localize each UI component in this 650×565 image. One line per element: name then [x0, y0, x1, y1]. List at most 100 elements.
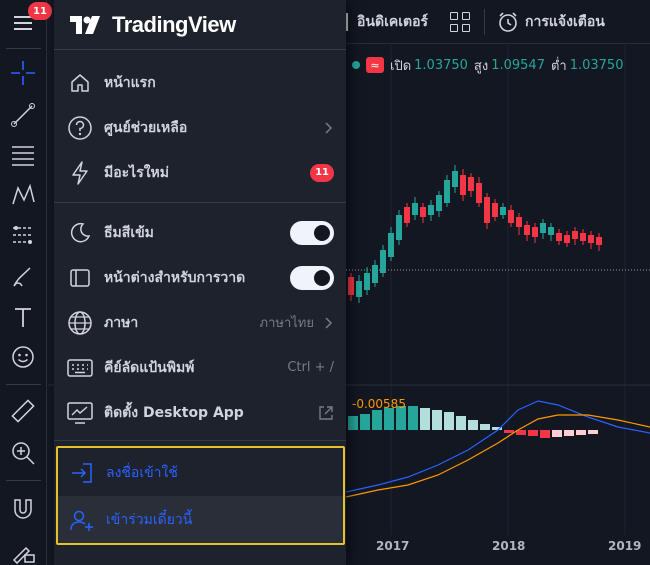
- keyboard-icon: [66, 354, 94, 382]
- join-button[interactable]: เข้าร่วมเดี๋ยวนี้: [56, 497, 348, 542]
- measure-tool[interactable]: [4, 392, 42, 430]
- candle-body: [364, 273, 370, 290]
- year-label: 2018: [492, 539, 526, 553]
- help-icon: [66, 114, 94, 142]
- menu-item-home[interactable]: หน้าแรก: [54, 60, 346, 105]
- smiley-icon: [12, 346, 34, 368]
- candle-body: [468, 177, 474, 191]
- trend-line-icon: [11, 103, 35, 127]
- main-menu-panel: TradingView หน้าแรก ศูนย์ช่วยเหลือ มีอะไ…: [54, 0, 346, 565]
- candle-body: [580, 233, 586, 241]
- candle-body: [444, 180, 450, 203]
- crosshair-tool[interactable]: [4, 54, 42, 92]
- brush-icon: [13, 267, 31, 287]
- indicators-label: อินดิเคเตอร์: [357, 13, 429, 30]
- magnet-icon: [14, 499, 32, 519]
- candle-body: [588, 235, 594, 243]
- menu-item-language[interactable]: ภาษา ภาษาไทย: [54, 300, 346, 345]
- low-value: 1.03750: [569, 57, 624, 73]
- chevron-right-icon: [324, 121, 334, 134]
- candle-body: [404, 207, 410, 223]
- menu-item-desktop-app[interactable]: ติดตั้ง Desktop App: [54, 390, 346, 435]
- candle-body: [564, 235, 570, 243]
- lightning-icon: [66, 159, 94, 187]
- external-link-icon: [318, 405, 334, 421]
- menu-item-shortcuts[interactable]: คีย์ลัดแป้นพิมพ์ Ctrl + /: [54, 345, 346, 390]
- alerts-button[interactable]: การแจ้งเตือน: [497, 11, 605, 33]
- menu-item-help[interactable]: ศูนย์ช่วยเหลือ: [54, 105, 346, 150]
- alerts-label: การแจ้งเตือน: [525, 13, 605, 30]
- candle-body: [484, 197, 490, 223]
- zoom-in-icon: [12, 442, 35, 465]
- candle-body: [572, 231, 578, 239]
- histogram-bar: [360, 414, 370, 430]
- layouts-icon[interactable]: [450, 11, 471, 32]
- histogram-bar: [372, 410, 382, 430]
- pencil-lock-icon: [12, 546, 35, 564]
- crosshair-icon: [11, 61, 35, 85]
- sign-in-button[interactable]: ลงชื่อเข้าใช้: [56, 450, 348, 495]
- sign-in-icon: [68, 459, 96, 487]
- candle-body: [532, 227, 538, 237]
- candle-body: [556, 233, 562, 241]
- candle-body: [500, 207, 506, 215]
- text-tool[interactable]: [4, 298, 42, 336]
- candle-body: [452, 171, 458, 187]
- trend-line-tool[interactable]: [4, 96, 42, 134]
- candle-body: [356, 281, 362, 297]
- menu-item-label: ติดตั้ง Desktop App: [104, 404, 244, 421]
- drawing-toolbar: 11: [0, 0, 52, 565]
- status-dot: [352, 61, 360, 69]
- menu-item-drawing-panel[interactable]: หน้าต่างสำหรับการวาด: [54, 255, 346, 300]
- high-value: 1.09547: [491, 57, 545, 73]
- language-value: ภาษาไทย: [259, 316, 314, 331]
- histogram-bar: [576, 430, 586, 435]
- drawing-panel-toggle[interactable]: [290, 265, 334, 290]
- fib-tool[interactable]: [4, 136, 42, 174]
- histogram-bar: [480, 424, 490, 430]
- magnet-tool[interactable]: [4, 490, 42, 528]
- candle-body: [380, 250, 386, 273]
- menu-item-whats-new[interactable]: มีอะไรใหม่ 11: [54, 150, 346, 195]
- macd-value: -0.00585: [352, 397, 406, 411]
- wave-icon: ≈: [366, 57, 384, 73]
- ruler-icon: [11, 399, 35, 423]
- candle-body: [476, 183, 482, 203]
- indicators-button[interactable]: อินดิเคเตอร์: [346, 11, 428, 33]
- globe-icon: [66, 309, 94, 337]
- candle-body: [548, 227, 554, 235]
- menu-item-dark-theme[interactable]: ธีมสีเข้ม: [54, 210, 346, 255]
- monitor-chart-icon: [66, 399, 94, 427]
- histogram-bar: [504, 430, 514, 433]
- candle-body: [420, 207, 426, 217]
- indicators-icon: [346, 12, 349, 31]
- brand-name: TradingView: [112, 12, 236, 37]
- histogram-bar: [564, 430, 574, 436]
- menu-item-label: ศูนย์ช่วยเหลือ: [104, 119, 188, 136]
- emoji-tool[interactable]: [4, 338, 42, 376]
- brush-tool[interactable]: [4, 258, 42, 296]
- add-user-icon: [68, 506, 96, 534]
- candle-body: [428, 205, 434, 215]
- dark-theme-toggle[interactable]: [290, 220, 334, 245]
- candle-body: [388, 233, 394, 257]
- alarm-clock-icon: [499, 11, 517, 32]
- candle-body: [524, 225, 530, 235]
- lock-drawings-tool[interactable]: [4, 532, 42, 565]
- candle-body: [348, 277, 354, 295]
- histogram-bar: [384, 408, 394, 430]
- histogram-bar: [348, 416, 358, 430]
- year-label: 2019: [608, 539, 642, 553]
- ohlc-legend: ≈ เปิด 1.03750 สูง 1.09547 ต่ำ 1.03750: [346, 52, 623, 78]
- top-toolbar: อินดิเคเตอร์ การแจ้งเตือน: [346, 0, 650, 44]
- pattern-tool[interactable]: [4, 176, 42, 214]
- prediction-tool[interactable]: [4, 216, 42, 254]
- open-label: เปิด: [390, 58, 412, 74]
- projection-icon: [13, 226, 33, 244]
- histogram-bar: [528, 430, 538, 436]
- menu-item-label: หน้าแรก: [104, 74, 156, 91]
- candle-body: [412, 203, 418, 215]
- candle-body: [460, 175, 466, 195]
- zoom-tool[interactable]: [4, 434, 42, 472]
- panel-icon: [66, 264, 94, 292]
